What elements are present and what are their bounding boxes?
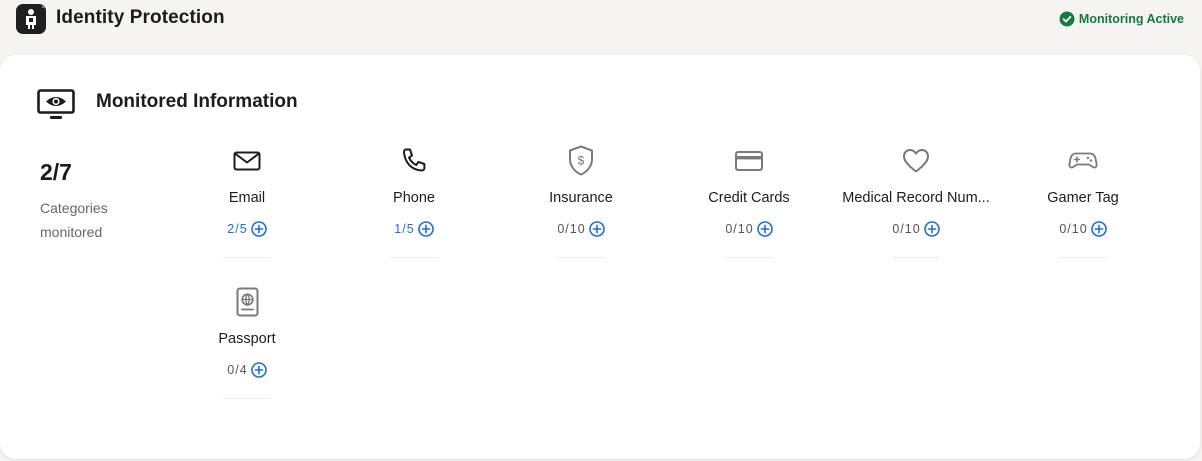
gamepad-icon <box>1065 143 1101 179</box>
phone-icon <box>396 143 432 179</box>
monitored-information-card: Monitored Information 2/7 Categories mon… <box>0 55 1200 459</box>
divider <box>1059 257 1107 258</box>
category-label: Email <box>228 190 266 206</box>
category-label: Insurance <box>549 190 613 206</box>
category-count: 1/5 <box>394 222 415 236</box>
category-gamer-tag[interactable]: Gamer Tag 0/10 <box>1003 143 1163 265</box>
section-title: Monitored Information <box>96 91 298 112</box>
monitor-eye-icon <box>37 89 75 126</box>
divider <box>223 257 271 258</box>
svg-text:$: $ <box>578 154 585 168</box>
category-count: 0/10 <box>892 222 921 236</box>
heart-icon <box>898 143 934 179</box>
passport-icon <box>229 284 265 320</box>
category-label: Medical Record Num... <box>842 190 990 206</box>
monitoring-status: Monitoring Active <box>1059 11 1184 27</box>
check-circle-icon <box>1059 11 1075 27</box>
categories-monitored-label: Categories monitored <box>40 200 108 240</box>
add-gamer-tag-button[interactable] <box>1090 221 1107 237</box>
category-label: Gamer Tag <box>1047 190 1119 206</box>
divider <box>390 257 438 258</box>
category-credit-cards[interactable]: Credit Cards 0/10 <box>669 143 829 265</box>
category-count: 0/10 <box>557 222 586 236</box>
category-medical-record[interactable]: Medical Record Num... 0/10 <box>836 143 996 265</box>
category-phone[interactable]: Phone 1/5 <box>334 143 494 265</box>
category-count: 0/4 <box>227 363 248 377</box>
envelope-icon <box>229 143 265 179</box>
app-title: Identity Protection <box>56 7 225 28</box>
category-label: Phone <box>393 190 435 206</box>
top-bar: Identity Protection Monitoring Active <box>0 0 1202 44</box>
add-medical-record-button[interactable] <box>923 221 940 237</box>
divider <box>223 398 271 399</box>
category-insurance[interactable]: $ Insurance 0/10 <box>501 143 661 265</box>
divider <box>725 257 773 258</box>
identity-guard-icon <box>16 4 46 34</box>
add-phone-button[interactable] <box>417 221 434 237</box>
add-email-button[interactable] <box>250 221 267 237</box>
divider <box>892 257 940 258</box>
status-label: Monitoring Active <box>1078 12 1184 26</box>
add-insurance-button[interactable] <box>588 221 605 237</box>
category-count: 0/10 <box>1059 222 1088 236</box>
category-passport[interactable]: Passport 0/4 <box>167 284 327 406</box>
category-email[interactable]: Email 2/5 <box>167 143 327 265</box>
category-label: Credit Cards <box>708 190 790 206</box>
shield-dollar-icon: $ <box>563 143 599 179</box>
category-label: Passport <box>218 331 276 347</box>
add-passport-button[interactable] <box>250 362 267 378</box>
category-count: 2/5 <box>227 222 248 236</box>
add-credit-card-button[interactable] <box>756 221 773 237</box>
credit-card-icon <box>731 143 767 179</box>
categories-monitored-count: 2/7 <box>40 159 72 185</box>
category-count: 0/10 <box>725 222 754 236</box>
divider <box>557 257 605 258</box>
